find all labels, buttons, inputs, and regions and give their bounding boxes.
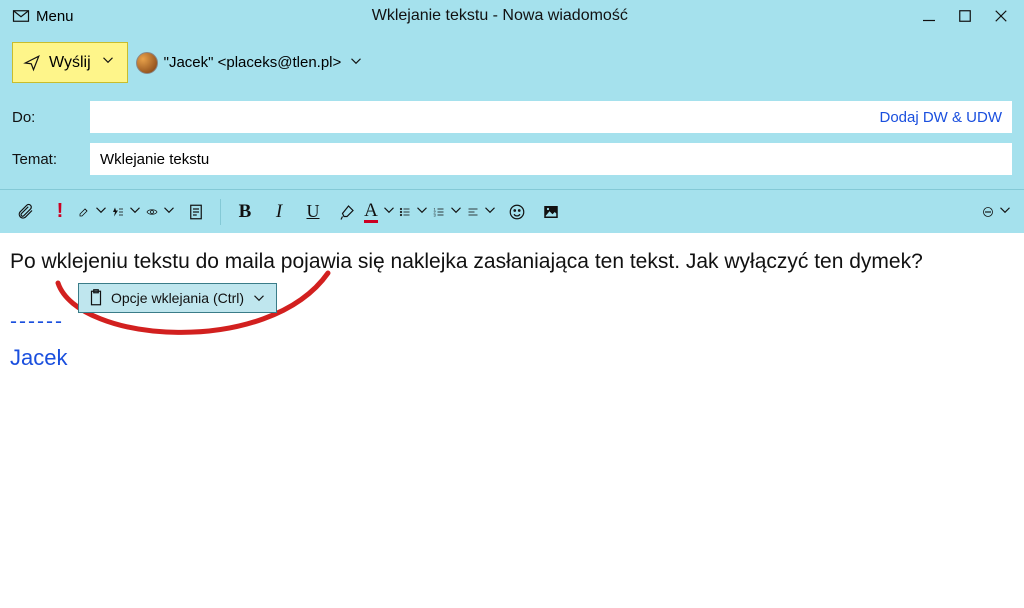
send-icon xyxy=(23,54,41,72)
maximize-icon xyxy=(956,7,974,25)
format-painter-button[interactable] xyxy=(331,196,363,228)
minimize-button[interactable] xyxy=(920,7,938,25)
subject-row: Temat: Wklejanie tekstu xyxy=(12,143,1012,175)
format-toolbar: ! B I U A 123 xyxy=(0,189,1024,233)
from-address: "Jacek" <placeks@tlen.pl> xyxy=(164,54,342,71)
message-body[interactable]: Po wklejeniu tekstu do maila pojawia się… xyxy=(0,233,1024,388)
close-icon xyxy=(992,7,1010,25)
font-color-button[interactable]: A xyxy=(365,196,397,228)
subject-label: Temat: xyxy=(12,151,90,168)
chevron-down-icon xyxy=(250,289,268,307)
list-numbered-icon: 123 xyxy=(433,203,445,221)
highlighter-icon xyxy=(78,203,90,221)
paperclip-icon xyxy=(17,203,35,221)
bullet-list-button[interactable] xyxy=(399,196,431,228)
chevron-down-icon xyxy=(996,201,1014,222)
chevron-down-icon xyxy=(481,201,499,222)
image-button[interactable] xyxy=(535,196,567,228)
paste-popup-label: Opcje wklejania (Ctrl) xyxy=(111,288,244,308)
priority-button[interactable]: ! xyxy=(44,196,76,228)
chevron-down-icon xyxy=(92,201,110,222)
ellipsis-circle-icon xyxy=(982,203,994,221)
window-title: Wklejanie tekstu - Nowa wiadomość xyxy=(80,7,920,25)
chevron-down-icon xyxy=(413,201,431,222)
to-row: Do: Dodaj DW & UDW xyxy=(12,101,1012,133)
fields-area: Do: Dodaj DW & UDW Temat: Wklejanie teks… xyxy=(0,101,1024,189)
from-selector[interactable]: "Jacek" <placeks@tlen.pl> xyxy=(136,52,366,74)
clipboard-icon xyxy=(87,289,105,307)
align-button[interactable] xyxy=(467,196,499,228)
svg-text:3: 3 xyxy=(434,212,437,217)
subject-input[interactable]: Wklejanie tekstu xyxy=(90,143,1012,175)
subject-value: Wklejanie tekstu xyxy=(100,151,209,168)
smiley-icon xyxy=(508,203,526,221)
list-bullet-icon xyxy=(399,203,411,221)
chevron-down-icon xyxy=(99,51,117,74)
attach-button[interactable] xyxy=(10,196,42,228)
to-label: Do: xyxy=(12,109,90,126)
menu-label: Menu xyxy=(36,8,74,25)
eye-icon xyxy=(146,203,158,221)
add-cc-bcc-link[interactable]: Dodaj DW & UDW xyxy=(879,109,1002,126)
menu-button[interactable]: Menu xyxy=(6,5,80,27)
paste-options-popup[interactable]: Opcje wklejania (Ctrl) xyxy=(78,283,277,313)
signature-name: Jacek xyxy=(10,342,1014,374)
clipboard-text-icon xyxy=(187,203,205,221)
image-icon xyxy=(542,203,560,221)
quick-action-button[interactable] xyxy=(112,196,144,228)
chevron-down-icon xyxy=(347,52,365,74)
visibility-button[interactable] xyxy=(146,196,178,228)
more-button[interactable] xyxy=(982,196,1014,228)
numbered-list-button[interactable]: 123 xyxy=(433,196,465,228)
send-label: Wyślij xyxy=(49,54,91,72)
body-text: Po wklejeniu tekstu do maila pojawia się… xyxy=(10,247,1014,277)
minimize-icon xyxy=(920,7,938,25)
avatar xyxy=(136,52,158,74)
align-left-icon xyxy=(467,203,479,221)
envelope-icon xyxy=(12,7,30,25)
underline-button[interactable]: U xyxy=(297,196,329,228)
to-input[interactable]: Dodaj DW & UDW xyxy=(90,101,1012,133)
title-bar: Menu Wklejanie tekstu - Nowa wiadomość xyxy=(0,0,1024,32)
chevron-down-icon xyxy=(380,201,398,222)
paint-brush-icon xyxy=(338,203,356,221)
template-button[interactable] xyxy=(180,196,212,228)
close-button[interactable] xyxy=(992,7,1010,25)
window-controls xyxy=(920,7,1018,25)
italic-button[interactable]: I xyxy=(263,196,295,228)
send-button[interactable]: Wyślij xyxy=(12,42,128,83)
header-row: Wyślij "Jacek" <placeks@tlen.pl> xyxy=(0,32,1024,101)
emoji-button[interactable] xyxy=(501,196,533,228)
chevron-down-icon xyxy=(126,201,144,222)
lightning-list-icon xyxy=(112,203,124,221)
chevron-down-icon xyxy=(160,201,178,222)
maximize-button[interactable] xyxy=(956,7,974,25)
toolbar-separator xyxy=(220,199,221,225)
bold-button[interactable]: B xyxy=(229,196,261,228)
chevron-down-icon xyxy=(447,201,465,222)
highlight-button[interactable] xyxy=(78,196,110,228)
